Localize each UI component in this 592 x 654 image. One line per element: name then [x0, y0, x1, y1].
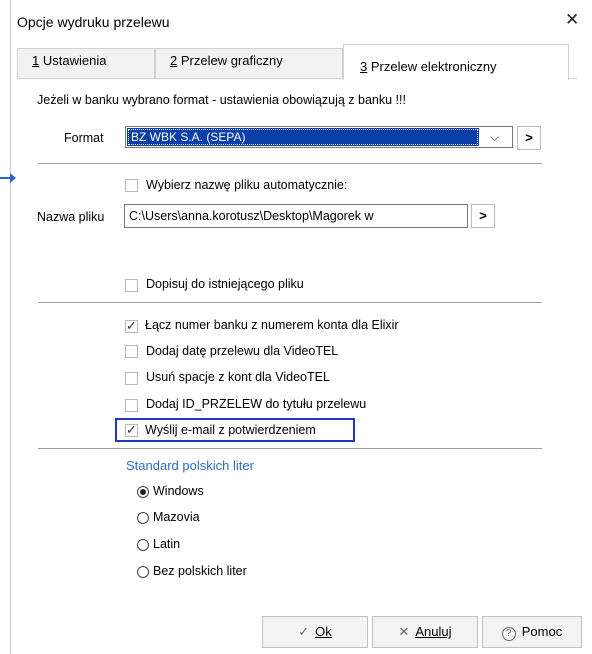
- info-text: Jeżeli w banku wybrano format - ustawien…: [37, 93, 406, 107]
- option-checkbox-id-przelew[interactable]: [125, 399, 138, 412]
- pointer-arrow-icon: [10, 173, 16, 183]
- tab-label: Ustawienia: [39, 53, 107, 68]
- help-icon: ?: [501, 627, 516, 641]
- tab-label: Przelew elektroniczny: [367, 59, 497, 74]
- charset-label-windows: Windows: [153, 484, 204, 498]
- option-checkbox-videotel-spaces[interactable]: [125, 372, 138, 385]
- file-label: Nazwa pliku: [37, 210, 105, 224]
- check-icon: ✓: [298, 624, 310, 639]
- separator: [38, 448, 542, 449]
- format-label: Format: [64, 131, 104, 145]
- charset-radio-windows[interactable]: [137, 486, 149, 498]
- charset-group-title: Standard polskich liter: [126, 458, 254, 473]
- ok-label: Ok: [315, 624, 332, 639]
- charset-radio-mazovia[interactable]: [137, 512, 149, 524]
- close-icon[interactable]: ✕: [565, 10, 579, 30]
- append-checkbox[interactable]: [125, 279, 138, 292]
- append-label: Dopisuj do istniejącego pliku: [146, 277, 304, 291]
- help-label: Pomoc: [521, 624, 563, 639]
- charset-label-none: Bez polskich liter: [153, 564, 247, 578]
- ok-button[interactable]: ✓ Ok: [262, 616, 368, 648]
- option-label-id-przelew: Dodaj ID_PRZELEW do tytułu przelewu: [146, 397, 367, 411]
- file-nav-button[interactable]: >: [471, 204, 495, 228]
- file-path-input[interactable]: C:\Users\anna.korotusz\Desktop\Magorek w: [124, 204, 468, 228]
- x-icon: ✕: [398, 624, 410, 639]
- tab-przelew-elektroniczny[interactable]: 3 Przelew elektroniczny: [343, 44, 569, 80]
- help-button[interactable]: ? Pomoc: [482, 616, 582, 648]
- charset-radio-latin[interactable]: [137, 539, 149, 551]
- tab-ustawienia[interactable]: 1 Ustawienia: [17, 48, 155, 78]
- cancel-label: Anuluj: [415, 624, 452, 639]
- tab-przelew-graficzny[interactable]: 2 Przelew graficzny: [155, 48, 343, 78]
- window-left-edge: [10, 0, 11, 654]
- separator: [38, 302, 542, 303]
- chevron-down-icon[interactable]: ⌵: [490, 130, 499, 145]
- charset-radio-none[interactable]: [137, 566, 149, 578]
- auto-name-checkbox[interactable]: [125, 179, 138, 192]
- format-selected-value: BZ WBK S.A. (SEPA): [127, 128, 479, 146]
- charset-label-mazovia: Mazovia: [153, 510, 200, 524]
- option-checkbox-videotel-date[interactable]: [125, 345, 138, 358]
- window-title: Opcje wydruku przelewu: [17, 14, 170, 30]
- format-nav-button[interactable]: >: [517, 126, 541, 150]
- charset-label-latin: Latin: [153, 537, 181, 551]
- option-label-elixir: Łącz numer banku z numerem konta dla Eli…: [145, 318, 399, 332]
- cancel-button[interactable]: ✕ Anuluj: [372, 616, 478, 648]
- option-checkbox-email[interactable]: [125, 422, 138, 438]
- separator: [38, 163, 542, 164]
- option-label-videotel-spaces: Usuń spacje z kont dla VideoTEL: [146, 370, 330, 384]
- option-label-videotel-date: Dodaj datę przelewu dla VideoTEL: [146, 344, 339, 358]
- option-label-email: Wyślij e-mail z potwierdzeniem: [145, 423, 316, 437]
- auto-name-label: Wybierz nazwę pliku automatycznie:: [146, 178, 348, 192]
- tab-label: Przelew graficzny: [177, 53, 283, 68]
- option-checkbox-elixir[interactable]: [125, 318, 138, 334]
